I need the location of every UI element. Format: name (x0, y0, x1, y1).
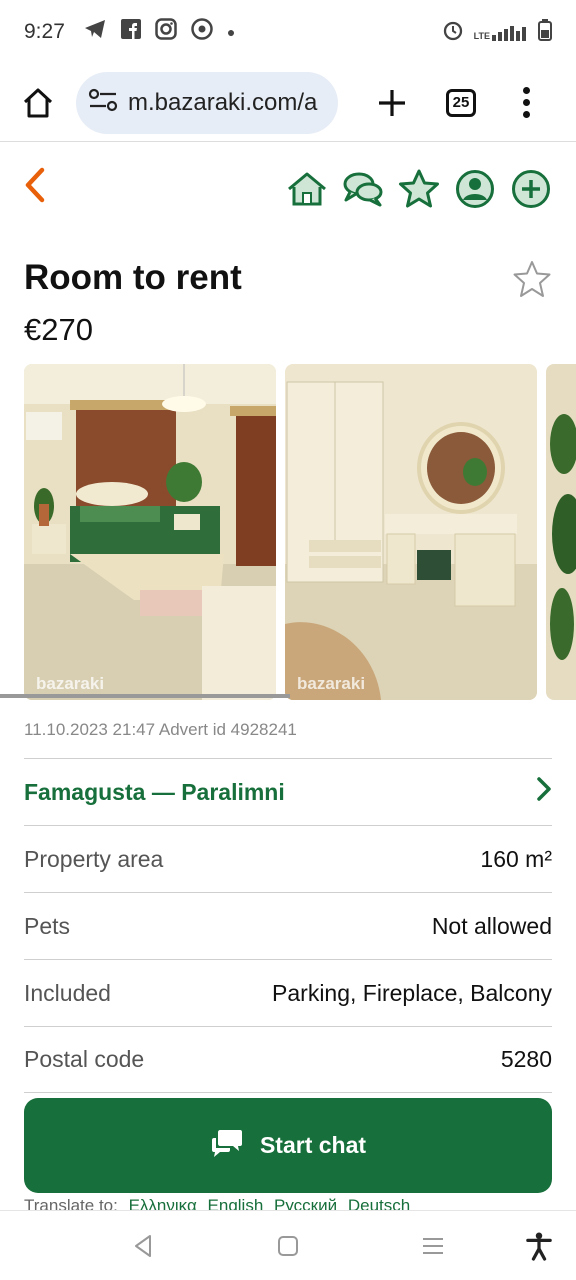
site-nav (0, 160, 576, 218)
details-list: Famagusta — Paralimni Property area 160 … (24, 758, 552, 1093)
site-home-button[interactable] (286, 168, 328, 210)
home-icon (288, 172, 326, 206)
tab-count: 25 (452, 94, 470, 111)
add-listing-button[interactable] (510, 168, 552, 210)
gallery-photo[interactable]: bazaraki (285, 364, 537, 700)
browser-home-button[interactable] (16, 81, 60, 125)
chevron-left-icon (25, 167, 45, 203)
triangle-back-icon (135, 1235, 151, 1257)
detail-row: Property area 160 m² (24, 825, 552, 892)
square-home-icon (278, 1236, 298, 1256)
instagram-icon (155, 18, 177, 46)
battery-icon (538, 18, 552, 46)
start-chat-label: Start chat (259, 1132, 367, 1158)
plus-icon (379, 89, 405, 116)
detail-value: 160 m² (480, 845, 552, 872)
profile-icon (456, 170, 494, 208)
photo-watermark: bazaraki (36, 674, 105, 693)
translate-link-greek[interactable]: Ελληνικα (129, 1196, 197, 1210)
back-button[interactable] (24, 167, 46, 211)
detail-row: Postal code 5280 (24, 1026, 552, 1093)
status-right: LTE (442, 18, 552, 46)
detail-row: Pets Not allowed (24, 892, 552, 959)
dot-icon: ● (226, 24, 236, 40)
add-icon (512, 170, 550, 208)
status-time: 9:27 (24, 20, 65, 43)
system-nav-bar (0, 1210, 576, 1280)
alarm-icon (442, 19, 464, 46)
home-outline-icon (23, 88, 53, 117)
photo-gallery[interactable]: bazaraki bazaraki (24, 364, 576, 700)
star-icon (399, 169, 439, 208)
gallery-scroll-indicator (0, 694, 290, 698)
url-text: m.bazaraki.com/a (128, 88, 318, 116)
listing-meta: 11.10.2023 21:47 Advert id 4928241 (24, 720, 297, 739)
detail-label: Property area (24, 845, 164, 872)
listing-price: €270 (24, 312, 93, 347)
recents-nav-button[interactable] (420, 1233, 446, 1259)
recents-icon (423, 1238, 443, 1254)
detail-label: Pets (24, 912, 71, 939)
notification-icons: ● (83, 18, 235, 46)
star-outline-icon (513, 261, 551, 297)
translate-link-russian[interactable]: Русский (274, 1196, 337, 1210)
back-nav-button[interactable] (130, 1233, 156, 1259)
detail-value: Not allowed (431, 912, 552, 939)
lte-label: LTE (473, 31, 490, 41)
detail-label: Included (24, 979, 111, 1006)
detail-row: Included Parking, Fireplace, Balcony (24, 959, 552, 1026)
new-tab-button[interactable] (372, 83, 412, 123)
chrome-icon (191, 18, 213, 46)
add-to-favorites-button[interactable] (512, 260, 552, 300)
tab-switcher-button[interactable]: 25 (446, 88, 476, 117)
location-row[interactable]: Famagusta — Paralimni (24, 758, 552, 825)
chat-icon (343, 172, 383, 207)
listing-title: Room to rent (24, 258, 242, 297)
chevron-right-icon (536, 776, 552, 809)
detail-label: Postal code (24, 1046, 145, 1072)
facebook-icon (120, 19, 141, 45)
detail-value: Parking, Fireplace, Balcony (272, 979, 552, 1006)
photo-watermark: bazaraki (297, 674, 366, 693)
accessibility-button[interactable] (526, 1232, 552, 1261)
gallery-photo[interactable] (546, 364, 576, 700)
detail-value: 5280 (500, 1046, 552, 1072)
translate-bar: Translate to: Ελληνικα English Русский D… (24, 1196, 564, 1210)
start-chat-button[interactable]: Start chat (24, 1098, 552, 1193)
favorites-button[interactable] (398, 168, 440, 210)
home-nav-button[interactable] (275, 1233, 301, 1259)
gallery-photo[interactable]: bazaraki (24, 364, 276, 700)
lte-signal-icon: LTE (474, 23, 528, 41)
telegram-icon (83, 18, 107, 46)
profile-button[interactable] (454, 168, 496, 210)
site-settings-icon[interactable] (88, 88, 118, 117)
browser-toolbar: m.bazaraki.com/a 25 (0, 64, 576, 142)
messages-button[interactable] (342, 168, 384, 210)
translate-label: Translate to: (24, 1196, 118, 1210)
translate-link-english[interactable]: English (208, 1196, 264, 1210)
accessibility-icon (526, 1232, 552, 1261)
translate-link-german[interactable]: Deutsch (348, 1196, 410, 1210)
status-bar: 9:27 ● LTE (0, 0, 576, 64)
location-link[interactable]: Famagusta — Paralimni (24, 779, 285, 806)
browser-menu-button[interactable] (520, 87, 532, 118)
chat-bubbles-icon (210, 1128, 244, 1164)
address-bar[interactable]: m.bazaraki.com/a (76, 71, 338, 134)
